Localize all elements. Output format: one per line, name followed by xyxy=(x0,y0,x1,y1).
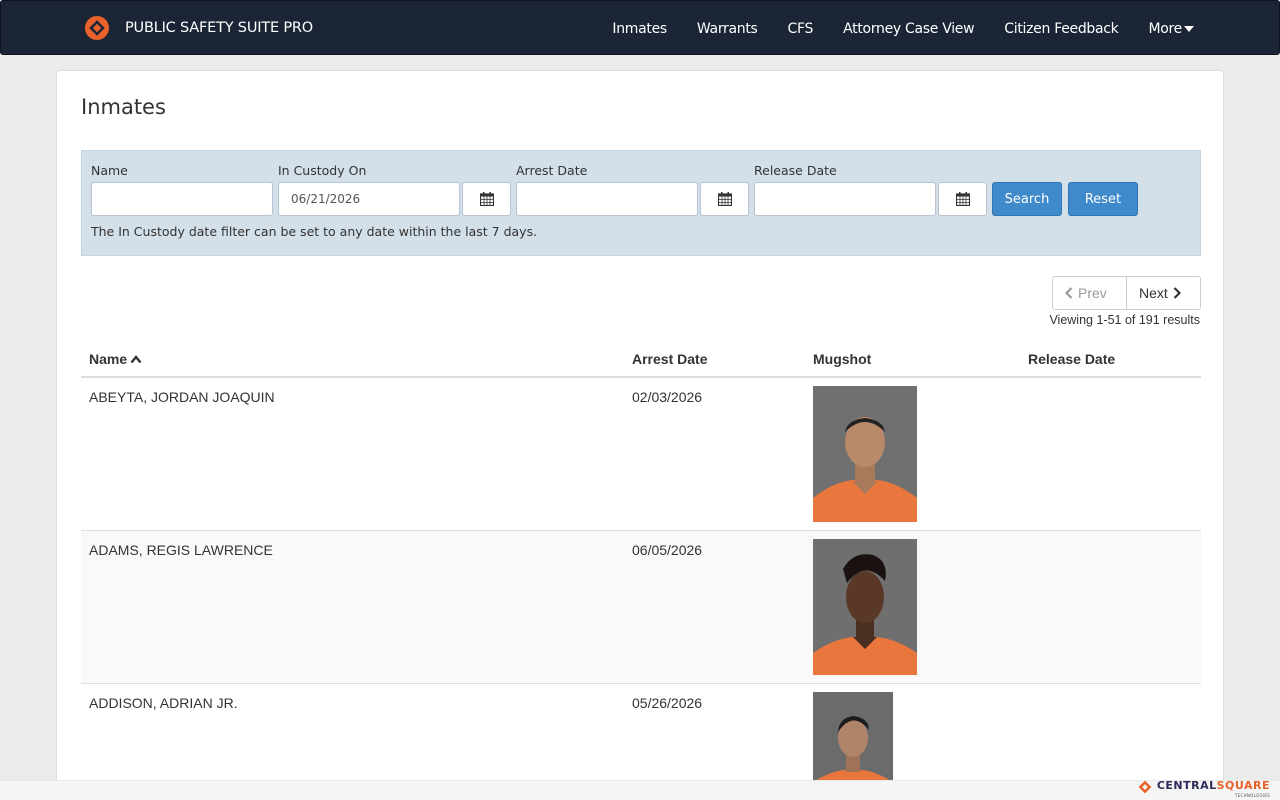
inmate-name[interactable]: ABEYTA, JORDAN JOAQUIN xyxy=(89,389,275,405)
arrest-date: 02/03/2026 xyxy=(632,389,703,405)
reset-button[interactable]: Reset xyxy=(1068,182,1138,216)
centralsquare-mark-icon xyxy=(1138,780,1152,794)
next-label: Next xyxy=(1139,285,1168,301)
custody-filter-note: The In Custody date filter can be set to… xyxy=(91,224,538,239)
column-header-arrest-date[interactable]: Arrest Date xyxy=(632,351,707,367)
sort-ascending-icon xyxy=(130,354,142,363)
arrest-date-input[interactable] xyxy=(516,182,698,216)
inmate-name[interactable]: ADAMS, REGIS LAWRENCE xyxy=(89,542,273,558)
nav-cfs[interactable]: CFS xyxy=(788,21,814,37)
column-header-mugshot: Mugshot xyxy=(813,351,872,367)
main-card: Inmates Name In Custody On 06/21/2026 Ar… xyxy=(56,70,1224,800)
arrest-calendar-button[interactable] xyxy=(700,182,749,216)
column-header-release-date[interactable]: Release Date xyxy=(1028,351,1115,367)
nav-more-dropdown[interactable]: More xyxy=(1148,21,1194,37)
release-date-input[interactable] xyxy=(754,182,936,216)
app-name: PUBLIC SAFETY SUITE PRO xyxy=(125,20,313,36)
inmate-name[interactable]: ADDISON, ADRIAN JR. xyxy=(89,695,238,711)
app-logo-icon xyxy=(85,16,109,40)
custody-date-input[interactable]: 06/21/2026 xyxy=(278,182,460,216)
calendar-icon xyxy=(479,192,494,206)
name-label: Name xyxy=(91,163,128,178)
centralsquare-brand-part1: CENTRAL xyxy=(1156,779,1217,792)
top-navbar: PUBLIC SAFETY SUITE PRO Inmates Warrants… xyxy=(0,0,1280,55)
table-row[interactable]: ABEYTA, JORDAN JOAQUIN 02/03/2026 xyxy=(81,378,1201,531)
column-header-name-label: Name xyxy=(89,351,128,367)
table-row[interactable]: ADAMS, REGIS LAWRENCE 06/05/2026 xyxy=(81,531,1201,684)
table-header: Name Arrest Date Mugshot Release Date xyxy=(81,341,1201,378)
column-header-name[interactable]: Name xyxy=(89,351,142,367)
chevron-left-icon xyxy=(1065,287,1073,299)
centralsquare-brand-part2: SQUARE xyxy=(1216,779,1270,792)
prev-label: Prev xyxy=(1078,285,1107,301)
caret-down-icon xyxy=(1184,25,1194,32)
prev-page-button[interactable]: Prev xyxy=(1052,276,1127,310)
results-count: Viewing 1-51 of 191 results xyxy=(1049,313,1200,327)
name-input[interactable] xyxy=(91,182,273,216)
nav-attorney-case-view[interactable]: Attorney Case View xyxy=(843,21,974,37)
nav-citizen-feedback[interactable]: Citizen Feedback xyxy=(1004,21,1119,37)
calendar-icon xyxy=(717,192,732,206)
custody-label: In Custody On xyxy=(278,163,367,178)
release-calendar-button[interactable] xyxy=(938,182,987,216)
release-label: Release Date xyxy=(754,163,837,178)
nav-warrants[interactable]: Warrants xyxy=(697,21,758,37)
pagination: Prev Next xyxy=(1052,276,1201,310)
brand[interactable]: PUBLIC SAFETY SUITE PRO xyxy=(85,16,313,40)
centralsquare-logo: CENTRALSQUARE TECHNOLOGIES xyxy=(1138,779,1270,798)
calendar-icon xyxy=(955,192,970,206)
next-page-button[interactable]: Next xyxy=(1127,276,1201,310)
page-title: Inmates xyxy=(81,95,166,119)
footer-bar xyxy=(0,780,1280,800)
arrest-date: 06/05/2026 xyxy=(632,542,703,558)
filter-panel: Name In Custody On 06/21/2026 Arrest Dat… xyxy=(81,150,1201,256)
arrest-date: 05/26/2026 xyxy=(632,695,703,711)
custody-calendar-button[interactable] xyxy=(462,182,511,216)
mugshot-image[interactable] xyxy=(813,539,917,675)
arrest-label: Arrest Date xyxy=(516,163,588,178)
nav-inmates[interactable]: Inmates xyxy=(612,21,667,37)
search-button[interactable]: Search xyxy=(992,182,1062,216)
main-nav: Inmates Warrants CFS Attorney Case View … xyxy=(582,1,1194,56)
nav-more-label: More xyxy=(1148,20,1182,37)
chevron-right-icon xyxy=(1173,287,1181,299)
centralsquare-brand-sub: TECHNOLOGIES xyxy=(1234,793,1270,798)
mugshot-image[interactable] xyxy=(813,386,917,522)
